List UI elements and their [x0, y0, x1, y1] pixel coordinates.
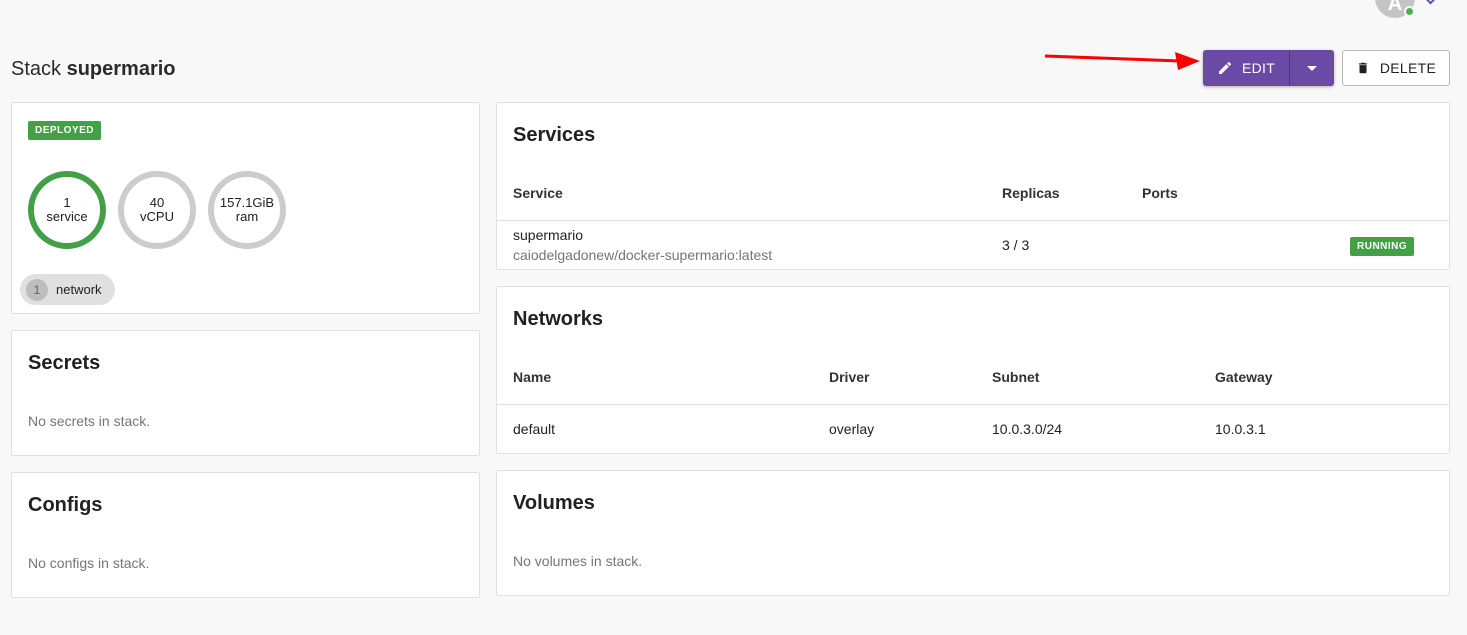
volumes-card: Volumes No volumes in stack.	[496, 470, 1450, 596]
services-title: Services	[513, 124, 596, 146]
networks-card: Networks Name Driver Subnet Gateway defa…	[496, 286, 1450, 454]
edit-options-dropdown-button[interactable]	[1290, 50, 1334, 86]
stack-summary-card: DEPLOYED 1 service 40 vCPU 157.1GiB ram …	[11, 102, 480, 314]
ram-gauge: 157.1GiB ram	[207, 170, 287, 250]
services-gauge-value: 1	[63, 195, 71, 210]
header-divider	[497, 220, 1449, 221]
ram-gauge-value: 157.1GiB	[219, 195, 275, 210]
network-driver: overlay	[829, 421, 875, 437]
secrets-empty-message: No secrets in stack.	[28, 413, 151, 429]
network-chip-label: network	[56, 282, 102, 297]
volumes-title: Volumes	[513, 492, 595, 514]
column-header-service[interactable]: Service	[513, 185, 563, 201]
ram-gauge-unit: ram	[235, 209, 259, 224]
edit-button[interactable]: EDIT	[1203, 50, 1290, 86]
caret-down-icon	[1307, 65, 1317, 71]
configs-title: Configs	[28, 494, 103, 516]
delete-button-label: DELETE	[1379, 60, 1437, 76]
network-count-chip[interactable]: 1 network	[20, 274, 115, 305]
vcpu-gauge-value: 40	[149, 195, 165, 210]
edit-button-label: EDIT	[1241, 60, 1276, 76]
services-card: Services Service Replicas Ports supermar…	[496, 102, 1450, 270]
services-gauge-unit: service	[46, 209, 88, 224]
column-header-name[interactable]: Name	[513, 369, 551, 385]
column-header-ports[interactable]: Ports	[1142, 185, 1178, 201]
network-count: 1	[26, 278, 48, 301]
networks-title: Networks	[513, 308, 604, 330]
pencil-icon	[1218, 61, 1231, 74]
configs-card: Configs No configs in stack.	[11, 472, 480, 598]
service-image: caiodelgadonew/docker-supermario:latest	[513, 247, 773, 263]
header-divider	[497, 404, 1449, 405]
running-status-badge: RUNNING	[1350, 237, 1415, 256]
user-menu-chevron-icon[interactable]	[1425, 0, 1436, 5]
page-title-prefix: Stack	[11, 58, 62, 80]
network-name[interactable]: default	[513, 421, 555, 437]
deployed-status-badge: DEPLOYED	[28, 121, 102, 140]
online-status-dot	[1404, 6, 1415, 17]
trash-icon	[1358, 62, 1367, 74]
configs-empty-message: No configs in stack.	[28, 555, 150, 571]
stack-name: supermario	[66, 58, 176, 80]
volumes-empty-message: No volumes in stack.	[513, 553, 643, 569]
network-subnet: 10.0.3.0/24	[992, 421, 1063, 437]
edit-split-button: EDIT	[1203, 50, 1334, 86]
delete-button[interactable]: DELETE	[1342, 50, 1450, 86]
secrets-card: Secrets No secrets in stack.	[11, 330, 480, 456]
service-name-link[interactable]: supermario	[513, 227, 583, 243]
column-header-driver[interactable]: Driver	[829, 369, 869, 385]
vcpu-gauge-unit: vCPU	[140, 209, 174, 224]
avatar-initial: A	[1387, 0, 1403, 15]
column-header-subnet[interactable]: Subnet	[992, 369, 1039, 385]
secrets-title: Secrets	[28, 352, 101, 374]
column-header-replicas[interactable]: Replicas	[1002, 185, 1060, 201]
vcpu-gauge: 40 vCPU	[117, 170, 197, 250]
annotation-arrow	[1044, 52, 1200, 70]
column-header-gateway[interactable]: Gateway	[1215, 369, 1273, 385]
network-gateway: 10.0.3.1	[1215, 421, 1266, 437]
page-title: Stack supermario	[11, 58, 176, 81]
service-replicas: 3 / 3	[1002, 237, 1030, 253]
services-gauge: 1 service	[27, 170, 107, 250]
